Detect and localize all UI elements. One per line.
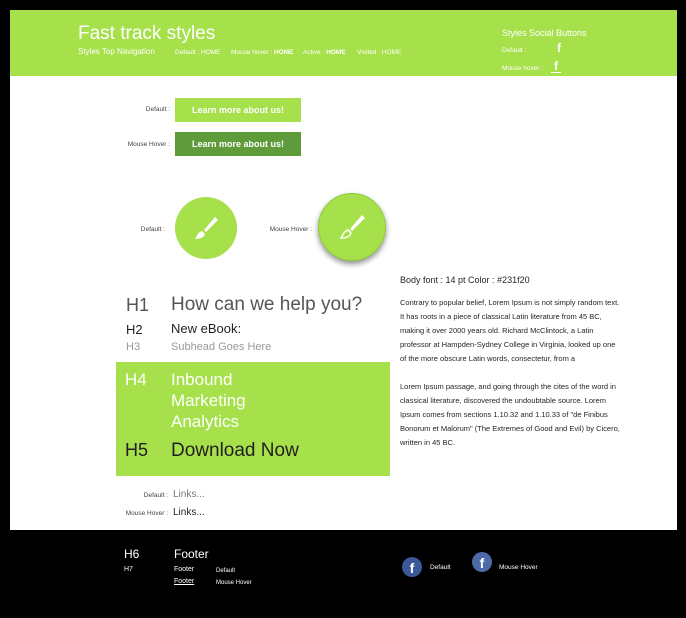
- social-styles-title: Styles Social Buttons: [502, 28, 587, 38]
- nav-hover-label: Mouse hover :: [231, 49, 274, 56]
- circle-hover-button[interactable]: [318, 193, 386, 261]
- page-title: Fast track styles: [78, 23, 216, 44]
- nav-active-home[interactable]: HOME: [326, 49, 346, 56]
- h4-sample: Inbound Marketing Analytics: [171, 369, 246, 432]
- h6-tag: H6: [124, 547, 140, 561]
- nav-visited-label: Visited :: [357, 49, 382, 56]
- body-paragraph-2: Lorem Ipsum passage, and going through t…: [400, 382, 620, 447]
- links-default-label: Default :: [143, 492, 168, 499]
- paintbrush-icon: [195, 217, 218, 239]
- nav-default-label: Default :: [175, 49, 202, 56]
- nav-active-label: Active :: [303, 49, 327, 56]
- h7-tag: H7: [124, 566, 133, 573]
- nav-hover-home[interactable]: HOME: [274, 49, 294, 56]
- h4-line-2: Marketing: [171, 391, 246, 410]
- facebook-hover-icon[interactable]: f: [472, 552, 492, 572]
- nav-visited-sample[interactable]: Visited : HOME: [357, 49, 401, 56]
- facebook-icon[interactable]: f: [554, 42, 564, 54]
- h2-sample: New eBook:: [171, 321, 242, 336]
- h1-tag: H1: [126, 295, 150, 315]
- h4-line-3: Analytics: [171, 412, 240, 431]
- body-paragraph-1: Contrary to popular belief, Lorem Ipsum …: [400, 298, 620, 363]
- h6-sample: Footer: [174, 547, 209, 561]
- footer-link-hover[interactable]: Footer: [174, 578, 194, 585]
- circle-default-button[interactable]: [175, 197, 237, 259]
- footer-hover-label: Mouse Hover: [216, 580, 252, 586]
- nav-hover-sample[interactable]: Mouse hover : HOME: [231, 49, 294, 56]
- fb-hover-label: Mouse Hover: [499, 564, 538, 571]
- link-default-sample[interactable]: Links...: [173, 489, 205, 500]
- footer-link-default[interactable]: Footer: [174, 566, 194, 573]
- nav-default-sample[interactable]: Default : HOME: [175, 49, 221, 56]
- body-font-spec: Body font : 14 pt Color : #231f20: [400, 275, 530, 285]
- circle-default-label: Default :: [140, 226, 165, 233]
- h4-tag: H4: [125, 370, 147, 389]
- footer-default-label: Default: [216, 568, 236, 574]
- h4-line-1: Inbound: [171, 370, 233, 389]
- nav-visited-home[interactable]: HOME: [382, 49, 402, 56]
- h1-sample: How can we help you?: [171, 294, 363, 315]
- link-hover-sample[interactable]: Links...: [173, 507, 205, 518]
- h3-sample: Subhead Goes Here: [171, 341, 272, 353]
- h5-sample[interactable]: Download Now: [171, 440, 299, 462]
- learn-more-button[interactable]: Learn more about us!: [175, 98, 301, 122]
- h5-tag: H5: [125, 440, 149, 460]
- nav-active-sample[interactable]: Active : HOME: [303, 49, 346, 56]
- paintbrush-icon: [339, 215, 365, 239]
- learn-more-button-hover[interactable]: Learn more about us!: [175, 132, 301, 156]
- button-hover-label: Mouse Hover :: [127, 141, 170, 148]
- links-hover-label: Mouse Hover :: [125, 510, 168, 517]
- h2-tag: H2: [126, 322, 143, 337]
- facebook-default-icon[interactable]: f: [402, 557, 422, 577]
- facebook-hover-icon[interactable]: f: [551, 60, 561, 73]
- nav-default-home[interactable]: HOME: [201, 49, 221, 56]
- fb-default-label: Default: [430, 564, 451, 571]
- button-default-label: Default :: [145, 106, 170, 113]
- social-hover-label: Mouse hover :: [502, 65, 544, 72]
- h3-tag: H3: [126, 341, 141, 353]
- social-default-label: Default :: [502, 47, 527, 54]
- nav-styles-label: Styles Top Navigation: [78, 47, 155, 56]
- circle-hover-label: Mouse Hover :: [269, 226, 312, 233]
